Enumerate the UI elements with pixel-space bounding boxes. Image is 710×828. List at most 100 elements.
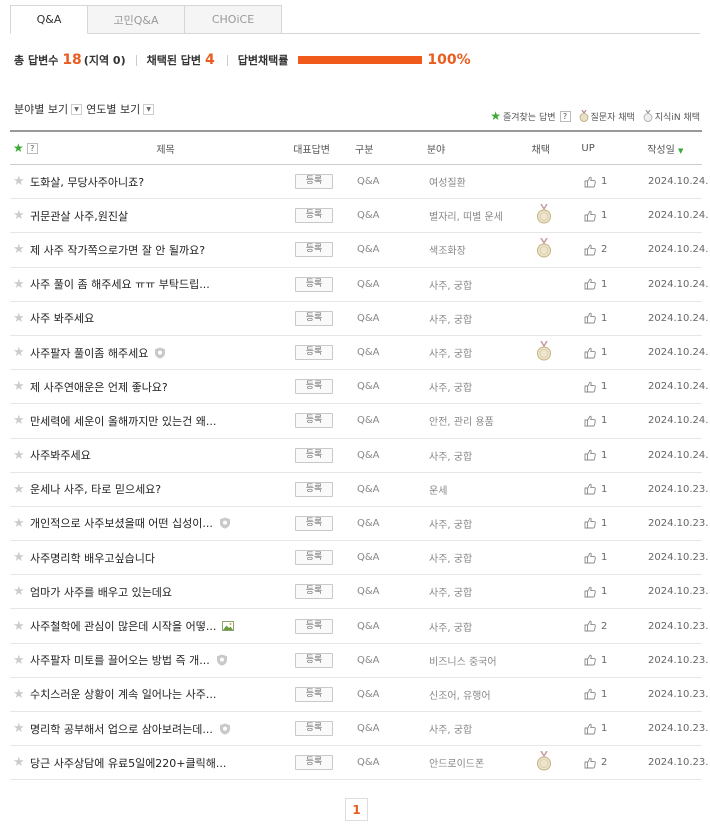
star-icon[interactable]: ★ — [10, 277, 30, 292]
question-title-link[interactable]: 사주명리학 배우고싶습니다 — [30, 550, 155, 566]
star-icon[interactable]: ★ — [10, 311, 30, 326]
register-button[interactable]: 등록 — [295, 721, 333, 737]
row-field[interactable]: 사주, 궁합 — [429, 516, 534, 531]
register-button[interactable]: 등록 — [295, 208, 333, 224]
row-up[interactable]: 1 — [584, 415, 648, 427]
question-title-link[interactable]: 당근 사주상담에 유료5일에220+클릭해... — [30, 755, 226, 771]
tab-qna[interactable]: Q&A — [10, 5, 88, 34]
question-title-link[interactable]: 개인적으로 사주보셨을때 어떤 십성이... — [30, 515, 213, 531]
help-icon[interactable]: ? — [26, 142, 38, 154]
thumbs-up-icon — [584, 723, 596, 735]
star-icon[interactable]: ★ — [10, 482, 30, 497]
star-icon[interactable]: ★ — [10, 413, 30, 428]
row-field[interactable]: 색조화장 — [429, 242, 534, 257]
register-button[interactable]: 등록 — [295, 242, 333, 258]
row-field[interactable]: 안전, 관리 용품 — [429, 413, 534, 428]
register-button[interactable]: 등록 — [295, 652, 333, 668]
question-title-link[interactable]: 만세력에 세운이 올해까지만 있는건 왜... — [30, 413, 216, 429]
question-title-link[interactable]: 엄마가 사주를 배우고 있는데요 — [30, 584, 172, 600]
row-up[interactable]: 1 — [584, 381, 648, 393]
row-up[interactable]: 1 — [584, 483, 648, 495]
register-button[interactable]: 등록 — [295, 755, 333, 771]
row-up[interactable]: 1 — [584, 654, 648, 666]
row-up[interactable]: 1 — [584, 688, 648, 700]
row-field[interactable]: 사주, 궁합 — [429, 619, 534, 634]
question-title-link[interactable]: 사주봐주세요 — [30, 447, 91, 463]
star-icon[interactable]: ★ — [10, 448, 30, 463]
register-button[interactable]: 등록 — [295, 584, 333, 600]
row-field[interactable]: 사주, 궁합 — [429, 448, 534, 463]
question-title-link[interactable]: 도화살, 무당사주아니죠? — [30, 174, 144, 190]
register-button[interactable]: 등록 — [295, 550, 333, 566]
star-icon[interactable]: ★ — [10, 755, 30, 770]
row-up[interactable]: 1 — [584, 347, 648, 359]
question-title-link[interactable]: 귀문관살 사주,원진살 — [30, 208, 128, 224]
star-icon[interactable]: ★ — [10, 242, 30, 257]
star-icon[interactable]: ★ — [10, 687, 30, 702]
register-button[interactable]: 등록 — [295, 345, 333, 361]
row-field[interactable]: 운세 — [429, 482, 534, 497]
register-button[interactable]: 등록 — [295, 686, 333, 702]
star-icon[interactable]: ★ — [10, 584, 30, 599]
row-field[interactable]: 안드로이드폰 — [429, 755, 534, 770]
row-up[interactable]: 1 — [584, 552, 648, 564]
register-button[interactable]: 등록 — [295, 310, 333, 326]
register-button[interactable]: 등록 — [295, 174, 333, 190]
field-filter-button[interactable]: 분야별 보기 ▼ — [14, 101, 83, 117]
tab-worry-qna[interactable]: 고민Q&A — [87, 5, 185, 34]
question-title-link[interactable]: 명리학 공부해서 업으로 삼아보려는데... — [30, 721, 213, 737]
row-up[interactable]: 1 — [584, 176, 648, 188]
row-up[interactable]: 1 — [584, 278, 648, 290]
register-button[interactable]: 등록 — [295, 413, 333, 429]
row-field[interactable]: 사주, 궁합 — [429, 379, 534, 394]
row-up[interactable]: 1 — [584, 312, 648, 324]
question-title-link[interactable]: 사주팔자 미토를 끌어오는 방법 즉 개... — [30, 652, 210, 668]
star-icon[interactable]: ★ — [10, 174, 30, 189]
row-up[interactable]: 1 — [584, 210, 648, 222]
star-icon[interactable]: ★ — [10, 516, 30, 531]
row-field[interactable]: 사주, 궁합 — [429, 721, 534, 736]
question-title-link[interactable]: 제 사주 작가쪽으로가면 잘 안 될까요? — [30, 242, 205, 258]
star-icon[interactable]: ★ — [10, 379, 30, 394]
star-icon[interactable]: ★ — [10, 721, 30, 736]
row-up[interactable]: 2 — [584, 757, 648, 769]
row-up[interactable]: 1 — [584, 517, 648, 529]
register-button[interactable]: 등록 — [295, 618, 333, 634]
tab-choice[interactable]: CHOiCE — [184, 5, 282, 34]
row-field[interactable]: 여성질환 — [429, 174, 534, 189]
question-title-link[interactable]: 사주철학에 관심이 많은데 시작을 어떻... — [30, 618, 216, 634]
question-title-link[interactable]: 제 사주연애운은 언제 좋나요? — [30, 379, 168, 395]
row-field[interactable]: 사주, 궁합 — [429, 584, 534, 599]
row-field[interactable]: 별자리, 띠별 운세 — [429, 208, 534, 223]
register-button[interactable]: 등록 — [295, 481, 333, 497]
row-field[interactable]: 사주, 궁합 — [429, 550, 534, 565]
row-up[interactable]: 2 — [584, 244, 648, 256]
row-field[interactable]: 비즈니스 중국어 — [429, 653, 534, 668]
register-button[interactable]: 등록 — [295, 447, 333, 463]
help-icon[interactable]: ? — [559, 110, 571, 122]
question-title-link[interactable]: 운세나 사주, 타로 믿으세요? — [30, 481, 161, 497]
header-date[interactable]: 작성일 ▼ — [647, 141, 702, 156]
row-up[interactable]: 1 — [584, 449, 648, 461]
row-up[interactable]: 2 — [584, 620, 648, 632]
star-icon[interactable]: ★ — [10, 550, 30, 565]
row-field[interactable]: 사주, 궁합 — [429, 277, 534, 292]
register-button[interactable]: 등록 — [295, 276, 333, 292]
row-field[interactable]: 사주, 궁합 — [429, 345, 534, 360]
register-button[interactable]: 등록 — [295, 515, 333, 531]
question-title-link[interactable]: 사주팔자 풀이좀 해주세요 — [30, 345, 148, 361]
star-icon[interactable]: ★ — [10, 653, 30, 668]
row-field[interactable]: 사주, 궁합 — [429, 311, 534, 326]
row-field[interactable]: 신조어, 유행어 — [429, 687, 534, 702]
question-title-link[interactable]: 사주 봐주세요 — [30, 310, 94, 326]
star-icon[interactable]: ★ — [10, 619, 30, 634]
page-1[interactable]: 1 — [345, 798, 368, 821]
row-up[interactable]: 1 — [584, 723, 648, 735]
register-button[interactable]: 등록 — [295, 379, 333, 395]
question-title-link[interactable]: 수치스러운 상황이 계속 일어나는 사주... — [30, 686, 216, 702]
star-icon[interactable]: ★ — [10, 208, 30, 223]
question-title-link[interactable]: 사주 풀이 좀 해주세요 ㅠㅠ 부탁드립... — [30, 276, 210, 292]
year-filter-button[interactable]: 연도별 보기 ▼ — [86, 101, 155, 117]
star-icon[interactable]: ★ — [10, 345, 30, 360]
row-up[interactable]: 1 — [584, 586, 648, 598]
